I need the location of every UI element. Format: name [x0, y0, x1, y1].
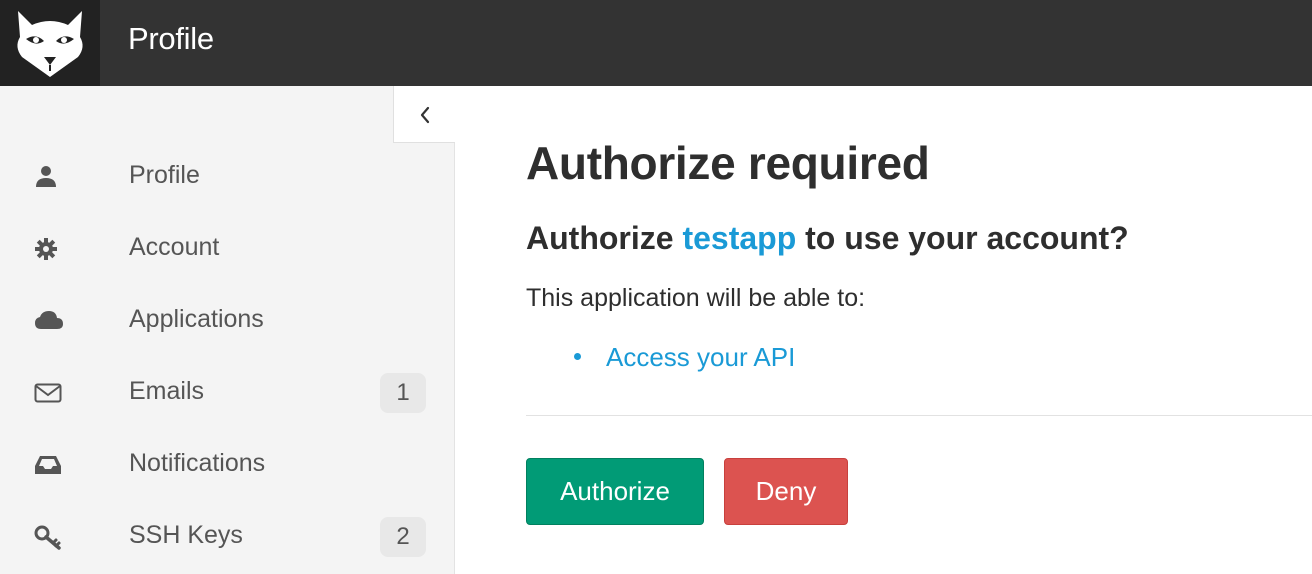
ssh-keys-count-badge: 2 — [380, 517, 426, 557]
sidebar-item-profile[interactable]: Profile — [0, 145, 455, 207]
deny-button[interactable]: Deny — [724, 458, 848, 525]
authorize-button[interactable]: Authorize — [526, 458, 704, 525]
sidebar-item-label: Applications — [129, 305, 264, 333]
sidebar-item-label: Profile — [129, 161, 200, 189]
page-title: Authorize required — [526, 137, 930, 189]
fox-logo-icon — [17, 11, 83, 77]
key-icon — [34, 525, 62, 550]
cloud-icon — [34, 309, 63, 333]
sidebar-item-label: Notifications — [129, 449, 266, 477]
sidebar-item-label: Account — [129, 233, 220, 261]
emails-count-badge: 1 — [380, 373, 426, 413]
sidebar-item-applications[interactable]: Applications — [0, 289, 455, 351]
sidebar-item-emails[interactable]: Emails 1 — [0, 361, 455, 423]
sidebar-item-ssh-keys[interactable]: SSH Keys 2 — [0, 505, 455, 567]
envelope-icon — [34, 381, 62, 405]
scope-list: Access your API — [570, 340, 795, 374]
scope-label: Access your API — [606, 342, 796, 372]
main-content: Authorize required Authorize testapp to … — [456, 86, 1312, 574]
bullet-icon — [574, 353, 581, 360]
gear-icon — [34, 237, 62, 261]
sidebar-item-account[interactable]: Account — [0, 217, 455, 279]
authorize-question: Authorize testapp to use your account? — [526, 218, 1129, 258]
sidebar-item-label: SSH Keys — [129, 521, 243, 549]
chevron-left-icon — [420, 106, 430, 124]
sidebar-collapse-button[interactable] — [393, 86, 455, 143]
app-name-link[interactable]: testapp — [682, 220, 796, 256]
scope-item: Access your API — [570, 340, 795, 374]
question-prefix: Authorize — [526, 220, 674, 256]
question-suffix: to use your account? — [805, 220, 1129, 256]
inbox-icon — [34, 453, 62, 477]
top-header: Profile — [0, 0, 1312, 86]
sidebar: Profile Account Applications Emails 1 No… — [0, 86, 455, 574]
sidebar-item-notifications[interactable]: Notifications — [0, 433, 455, 495]
header-title: Profile — [128, 21, 214, 56]
logo-link[interactable] — [0, 0, 100, 86]
divider — [526, 415, 1312, 416]
user-icon — [34, 165, 62, 189]
permissions-intro: This application will be able to: — [526, 284, 866, 312]
sidebar-item-label: Emails — [129, 377, 205, 405]
